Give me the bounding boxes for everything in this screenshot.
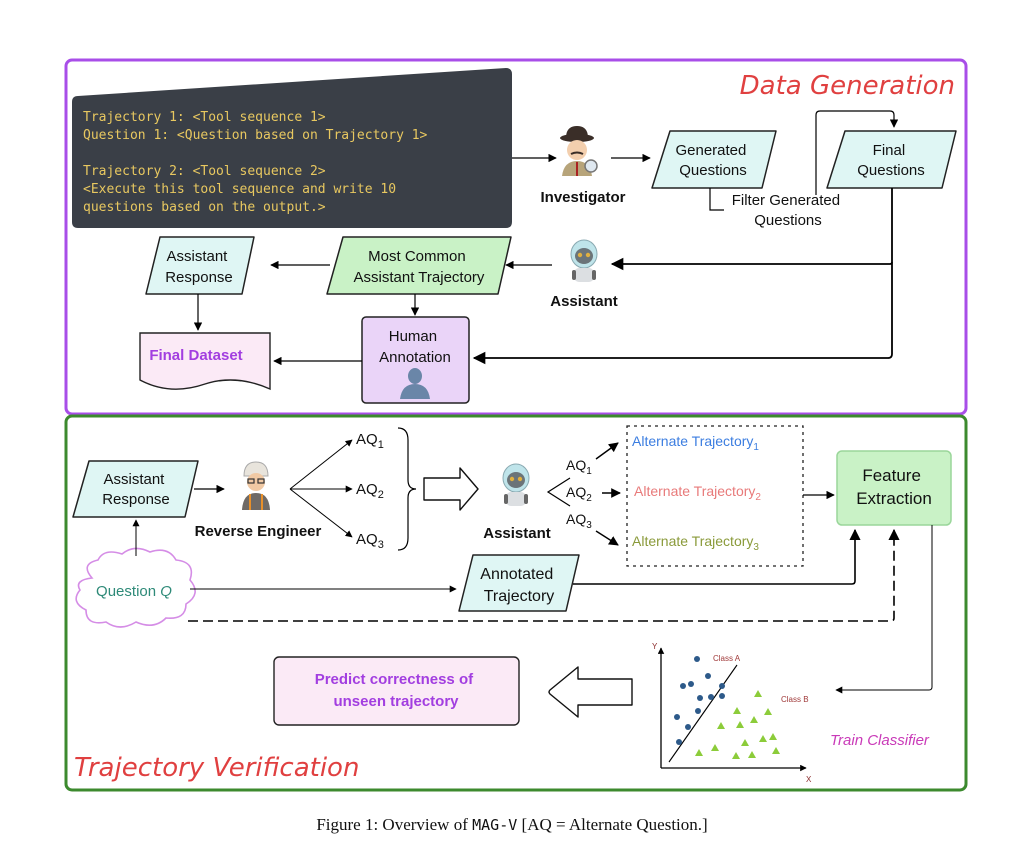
class-a-point	[708, 694, 714, 700]
human-annotation-line2: Annotation	[379, 349, 451, 366]
predict-line2: unseen trajectory	[333, 693, 459, 710]
prompt-line-4: Trajectory 2: <Tool sequence 2>	[83, 164, 326, 179]
class-a-point	[697, 695, 703, 701]
human-annotation-line1: Human	[389, 328, 437, 345]
prompt-line-1: Trajectory 1: <Tool sequence 1>	[83, 110, 326, 125]
assistant-label-bottom: Assistant	[483, 525, 551, 542]
generated-questions-line2: Questions	[679, 162, 747, 179]
filter-label-line1: Filter Generated	[732, 192, 840, 209]
feature-extraction-line2: Extraction	[856, 489, 932, 508]
class-a-point	[685, 724, 691, 730]
classifier-y-label: Y	[652, 642, 658, 651]
feature-extraction-line1: Feature	[862, 466, 921, 485]
generated-questions-line1: Generated	[675, 142, 746, 159]
class-a-point	[688, 681, 694, 687]
prompt-line-6: questions based on the output.>	[83, 200, 326, 215]
trajectory-verification-title: Trajectory Verification	[74, 753, 359, 783]
reverse-engineer-label: Reverse Engineer	[195, 523, 322, 540]
prompt-line-5: <Execute this tool sequence and write 10	[83, 182, 396, 197]
class-a-label: Class A	[713, 654, 741, 663]
filter-label-line2: Questions	[754, 212, 822, 229]
predict-box	[273, 656, 520, 726]
most-common-line1: Most Common	[368, 248, 466, 265]
class-a-point	[695, 708, 701, 714]
final-questions-line1: Final	[873, 142, 906, 159]
class-a-point	[705, 673, 711, 679]
question-q-label: Question Q	[96, 583, 172, 600]
class-a-point	[719, 693, 725, 699]
annotated-trajectory-line2: Trajectory	[484, 588, 555, 605]
most-common-line2: Assistant Trajectory	[354, 269, 485, 286]
generated-questions-box	[651, 130, 777, 189]
assistant-response-bottom-line2: Response	[102, 491, 170, 508]
assistant-response-box-bottom	[72, 460, 199, 518]
mag-v-diagram: Data Generation Trajectory 1: <Tool sequ…	[64, 58, 968, 834]
class-a-point	[694, 656, 700, 662]
class-a-point	[676, 739, 682, 745]
data-generation-title: Data Generation	[740, 71, 955, 101]
classifier-x-label: X	[806, 775, 812, 784]
assistant-response-top-line2: Response	[165, 269, 233, 286]
assistant-robot-icon-bottom	[502, 463, 530, 506]
annotated-trajectory-line1: Annotated	[480, 566, 553, 583]
assistant-response-bottom-line1: Assistant	[103, 471, 165, 488]
final-questions-line2: Questions	[857, 162, 925, 179]
assistant-label-top: Assistant	[550, 293, 618, 310]
assistant-response-top-line1: Assistant	[166, 248, 228, 265]
class-a-point	[719, 683, 725, 689]
train-classifier-label: Train Classifier	[830, 732, 930, 749]
class-a-point	[674, 714, 680, 720]
feature-extraction-box	[836, 450, 952, 526]
final-questions-box	[826, 130, 957, 189]
class-b-label: Class B	[781, 695, 809, 704]
investigator-label: Investigator	[540, 189, 625, 206]
figure-caption: Figure 1: Overview of MAG-V [AQ = Altern…	[316, 815, 707, 834]
assistant-robot-icon	[570, 239, 598, 282]
predict-line1: Predict correctness of	[315, 671, 474, 688]
prompt-line-2: Question 1: <Question based on Trajector…	[83, 128, 428, 143]
class-a-point	[680, 683, 686, 689]
final-dataset-label: Final Dataset	[149, 347, 242, 364]
